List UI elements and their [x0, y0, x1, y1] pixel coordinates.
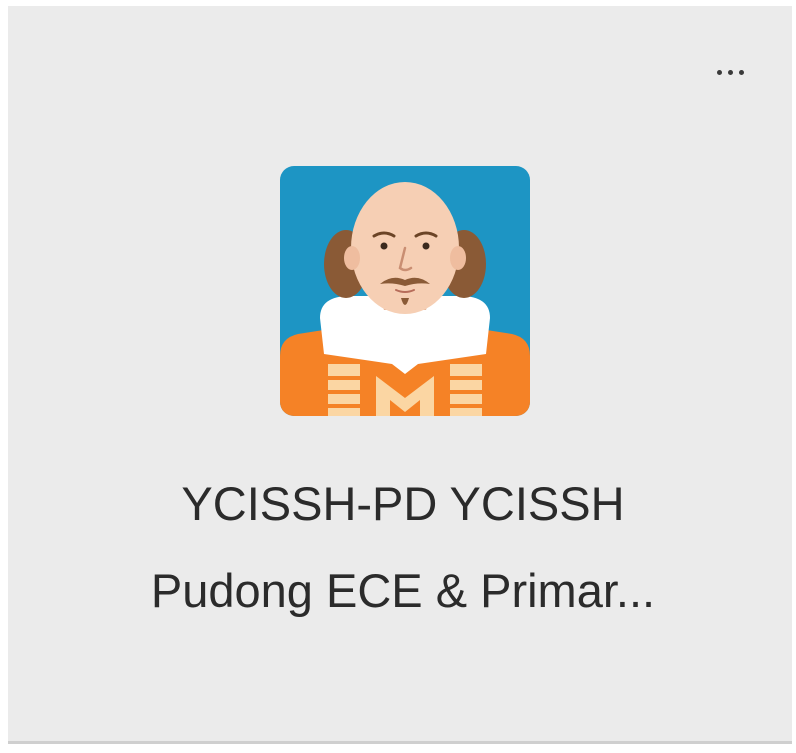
more-horizontal-icon — [716, 69, 744, 75]
app-tile[interactable]: YCISSH-PD YCISSH Pudong ECE & Primar... — [8, 6, 792, 744]
shakespeare-avatar-icon — [280, 166, 530, 416]
app-name-line-1: YCISSH-PD YCISSH — [181, 477, 625, 530]
app-name-line-2: Pudong ECE & Primar... — [150, 564, 656, 617]
more-options-button[interactable] — [702, 52, 758, 92]
